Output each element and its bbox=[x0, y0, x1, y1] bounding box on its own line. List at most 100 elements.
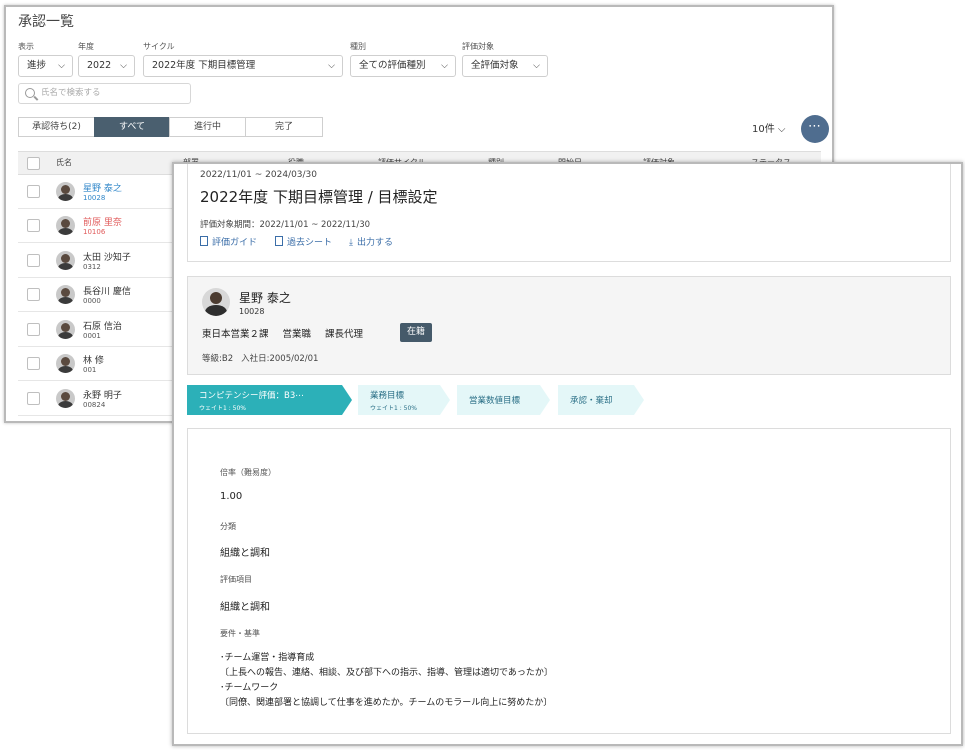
document-icon bbox=[200, 236, 208, 246]
search-icon bbox=[25, 88, 35, 98]
criteria-label: 要件・基準 bbox=[220, 629, 260, 638]
employee-name-link[interactable]: 林 修 bbox=[83, 353, 104, 366]
cycle-select[interactable]: 2022年度 下期目標管理 ⌵ bbox=[143, 55, 343, 77]
display-select-value: 進捗 bbox=[27, 60, 47, 71]
chevron-down-icon: ⌵ bbox=[533, 61, 540, 71]
chevron-down-icon: ⌵ bbox=[328, 61, 335, 71]
step-business-goals[interactable]: 業務目標 ウェイト1 : 50% bbox=[358, 385, 450, 415]
employee-id: 0001 bbox=[83, 332, 101, 340]
past-sheets-label: 過去シート bbox=[287, 238, 333, 248]
step-sales-targets[interactable]: 営業数値目標 bbox=[457, 385, 550, 415]
avatar bbox=[56, 354, 75, 373]
sheet-header-card: 2022/11/01 ~ 2024/03/30 2022年度 下期目標管理 / … bbox=[187, 164, 951, 262]
employee-grade-info: 等級:B2 入社日:2005/02/01 bbox=[202, 352, 326, 364]
tab-in-progress[interactable]: 進行中 bbox=[169, 117, 246, 137]
cycle-select-value: 2022年度 下期目標管理 bbox=[152, 60, 256, 71]
display-select[interactable]: 進捗 ⌵ bbox=[18, 55, 73, 77]
rate-value: 1.00 bbox=[220, 491, 243, 502]
step-approve-reject[interactable]: 承認・棄却 bbox=[558, 385, 644, 415]
evaluation-item-label: 評価項目 bbox=[220, 575, 252, 584]
employee-id: 00824 bbox=[83, 401, 106, 409]
avatar bbox=[56, 389, 75, 408]
avatar bbox=[202, 288, 230, 316]
employee-id: 001 bbox=[83, 366, 97, 374]
row-checkbox[interactable] bbox=[27, 185, 40, 198]
row-checkbox[interactable] bbox=[27, 288, 40, 301]
department: 東日本営業２課 bbox=[202, 329, 269, 340]
tab-completed[interactable]: 完了 bbox=[245, 117, 323, 137]
employee-name-link[interactable]: 石原 信治 bbox=[83, 319, 122, 332]
tab-all[interactable]: すべて bbox=[94, 117, 170, 137]
per-page-select[interactable]: 10件 ⌵ bbox=[752, 120, 786, 135]
avatar bbox=[56, 320, 75, 339]
criteria-line: ･チームワーク bbox=[220, 683, 279, 693]
evaluation-guide-label: 評価ガイド bbox=[212, 238, 258, 248]
chevron-down-icon: ⌵ bbox=[441, 61, 448, 71]
step-label: 営業数値目標 bbox=[469, 396, 521, 406]
filter-label-type: 種別 bbox=[350, 42, 366, 51]
employee-id: 0000 bbox=[83, 297, 101, 305]
avatar bbox=[56, 251, 75, 270]
employee-name: 星野 泰之 bbox=[239, 291, 291, 305]
hire-date: 入社日:2005/02/01 bbox=[241, 354, 319, 364]
employee-name-link[interactable]: 永野 明子 bbox=[83, 388, 122, 401]
filter-label-year: 年度 bbox=[78, 42, 94, 51]
avatar bbox=[56, 285, 75, 304]
criteria-line: ･チーム運営・指導育成 bbox=[220, 653, 315, 663]
document-icon bbox=[275, 236, 283, 246]
filter-label-cycle: サイクル bbox=[143, 42, 175, 51]
avatar bbox=[56, 182, 75, 201]
column-header-name[interactable]: 氏名 bbox=[56, 152, 72, 174]
name-search-input[interactable]: 氏名で検索する bbox=[18, 83, 191, 104]
row-checkbox[interactable] bbox=[27, 392, 40, 405]
employee-id: 10028 bbox=[83, 194, 106, 202]
type-select-value: 全ての評価種別 bbox=[359, 60, 426, 71]
filter-label-target: 評価対象 bbox=[462, 42, 494, 51]
export-label: 出力する bbox=[356, 238, 393, 248]
select-all-checkbox[interactable] bbox=[27, 157, 40, 170]
sheet-title: 2022年度 下期目標管理 / 目標設定 bbox=[200, 188, 438, 206]
evaluation-guide-link[interactable]: 評価ガイド bbox=[200, 235, 257, 248]
evaluation-detail-card: 倍率（難易度） 1.00 分類 組織と調和 評価項目 組織と調和 要件・基準 ･… bbox=[187, 428, 951, 734]
page-title: 承認一覧 bbox=[18, 14, 74, 30]
category-label: 分類 bbox=[220, 522, 236, 531]
step-label: コンピテンシー評価：B3⋯ bbox=[199, 391, 304, 401]
category-value: 組織と調和 bbox=[220, 548, 270, 559]
employee-name-link[interactable]: 太田 沙知子 bbox=[83, 250, 131, 263]
employee-name-link[interactable]: 星野 泰之 bbox=[83, 181, 122, 194]
job-position: 課長代理 bbox=[325, 329, 364, 340]
rate-label: 倍率（難易度） bbox=[220, 468, 276, 477]
evaluation-sheet-window: 2022/11/01 ~ 2024/03/30 2022年度 下期目標管理 / … bbox=[172, 162, 963, 746]
row-checkbox[interactable] bbox=[27, 323, 40, 336]
avatar bbox=[56, 216, 75, 235]
job-type: 営業職 bbox=[282, 329, 312, 340]
employee-name-link[interactable]: 長谷川 慶信 bbox=[83, 284, 131, 297]
past-sheets-link[interactable]: 過去シート bbox=[275, 235, 332, 248]
row-checkbox[interactable] bbox=[27, 219, 40, 232]
row-checkbox[interactable] bbox=[27, 254, 40, 267]
row-checkbox[interactable] bbox=[27, 357, 40, 370]
per-page-value: 10件 bbox=[752, 124, 775, 135]
filter-label-display: 表示 bbox=[18, 42, 34, 51]
year-select[interactable]: 2022 ⌵ bbox=[78, 55, 135, 77]
criteria-line: 〔上長への報告、連絡、相談、及び部下への指示、指導、管理は適切であったか〕 bbox=[220, 668, 553, 678]
evaluation-item-value: 組織と調和 bbox=[220, 602, 270, 613]
employee-id: 0312 bbox=[83, 263, 101, 271]
employee-affiliation: 東日本営業２課 営業職 課長代理 bbox=[202, 326, 377, 340]
grade: 等級:B2 bbox=[202, 354, 234, 364]
employee-name-link[interactable]: 前原 里奈 bbox=[83, 215, 122, 228]
step-label: 業務目標 bbox=[370, 391, 405, 401]
step-label: 承認・棄却 bbox=[570, 396, 613, 406]
more-options-button[interactable]: ⋯ bbox=[801, 115, 829, 143]
tab-awaiting-approval[interactable]: 承認待ち(2) bbox=[18, 117, 95, 137]
target-select[interactable]: 全評価対象 ⌵ bbox=[462, 55, 548, 77]
type-select[interactable]: 全ての評価種別 ⌵ bbox=[350, 55, 456, 77]
cycle-period: 2022/11/01 ~ 2024/03/30 bbox=[200, 170, 318, 180]
chevron-down-icon: ⌵ bbox=[58, 61, 65, 71]
employee-id: 10028 bbox=[239, 307, 265, 316]
chevron-down-icon: ⌵ bbox=[120, 61, 127, 71]
step-competency-evaluation[interactable]: コンピテンシー評価：B3⋯ ウェイト1 : 50% bbox=[187, 385, 352, 415]
criteria-line: 〔同僚、関連部署と協調して仕事を進めたか。チームのモラール向上に努めたか〕 bbox=[220, 698, 553, 708]
export-link[interactable]: ⤓ 出力する bbox=[349, 235, 393, 248]
step-weight: ウェイト1 : 50% bbox=[370, 405, 417, 412]
